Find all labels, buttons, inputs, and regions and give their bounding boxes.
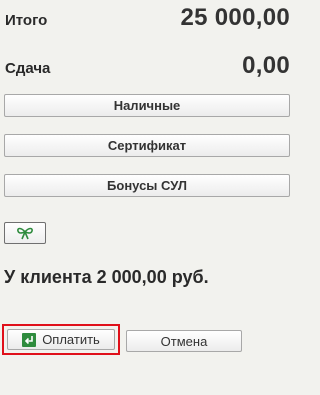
pay-button[interactable]: Оплатить xyxy=(7,329,115,350)
pay-button-label: Оплатить xyxy=(42,332,100,347)
client-balance-message: У клиента 2 000,00 руб. xyxy=(4,267,209,287)
enter-arrow-icon xyxy=(22,332,37,347)
pay-button-highlight: Оплатить xyxy=(2,324,120,355)
change-row: Сдача 0,00 xyxy=(5,52,290,80)
gift-bow-icon xyxy=(16,226,34,240)
cancel-button[interactable]: Отмена xyxy=(126,330,242,352)
change-label: Сдача xyxy=(5,60,51,77)
gift-button[interactable] xyxy=(4,222,46,244)
total-label: Итого xyxy=(5,12,48,29)
bonus-button[interactable]: Бонусы СУЛ xyxy=(4,174,290,197)
cash-button[interactable]: Наличные xyxy=(4,94,290,117)
change-value: 0,00 xyxy=(242,52,290,79)
total-value: 25 000,00 xyxy=(180,4,290,31)
certificate-button[interactable]: Сертификат xyxy=(4,134,290,157)
total-row: Итого 25 000,00 xyxy=(5,4,290,32)
